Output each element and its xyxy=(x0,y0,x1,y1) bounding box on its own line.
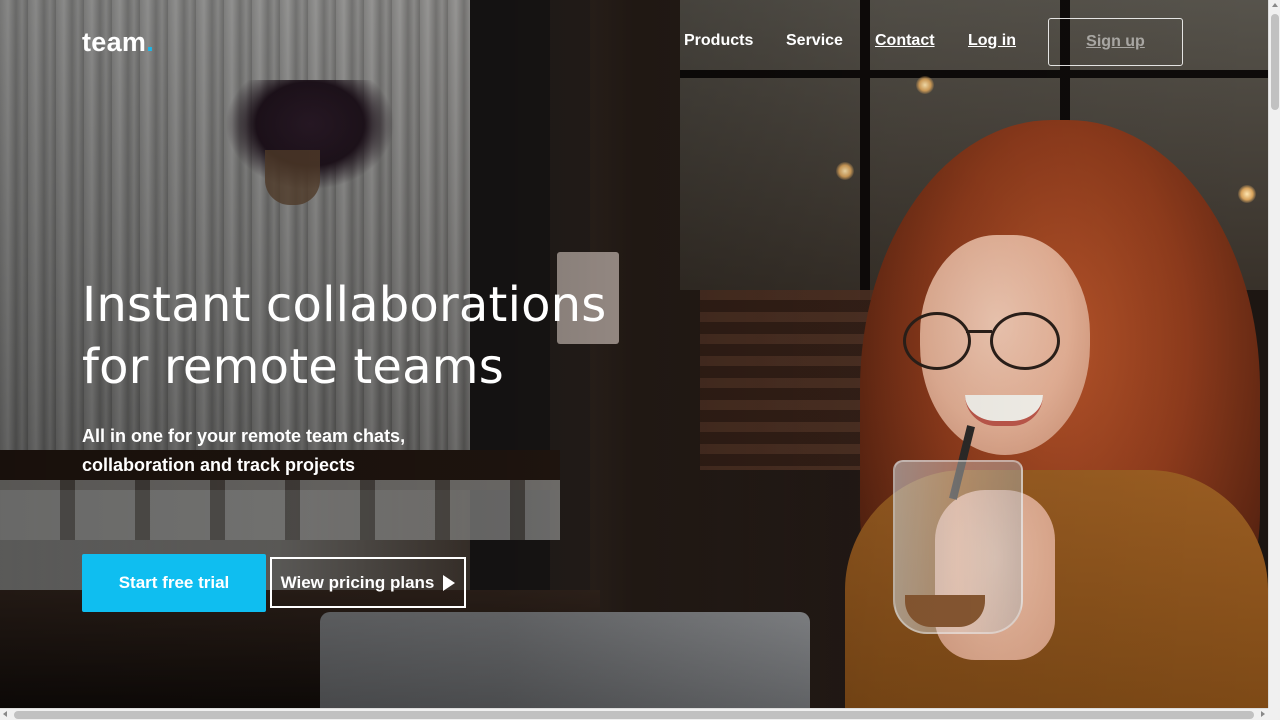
view-pricing-plans-button[interactable]: Wiew pricing plans xyxy=(270,557,466,608)
horizontal-scrollbar[interactable] xyxy=(0,708,1268,720)
view-pricing-plans-label: Wiew pricing plans xyxy=(280,572,435,592)
hero-title: Instant collaborations for remote teams xyxy=(82,274,642,398)
vertical-scroll-thumb[interactable] xyxy=(1271,14,1279,110)
horizontal-scroll-thumb[interactable] xyxy=(14,711,1254,719)
hero-subtitle-line1: All in one for your remote team chats, xyxy=(82,426,406,446)
start-free-trial-button[interactable]: Start free trial xyxy=(82,554,266,612)
hero-subtitle-line2: collaboration and track projects xyxy=(82,455,356,475)
scroll-up-icon[interactable] xyxy=(1272,3,1278,7)
nav-login-link[interactable]: Log in xyxy=(968,32,1016,50)
hero-title-line1: Instant collaborations xyxy=(82,277,607,333)
signup-button[interactable]: Sign up xyxy=(1048,18,1183,66)
nav-service-link[interactable]: Service xyxy=(786,32,843,50)
hero-subtitle: All in one for your remote team chats, c… xyxy=(82,422,462,480)
scroll-left-icon[interactable] xyxy=(3,711,7,717)
vertical-scrollbar[interactable] xyxy=(1268,0,1280,708)
nav-products-link[interactable]: Products xyxy=(684,32,753,50)
play-icon xyxy=(443,574,456,591)
scrollbar-corner xyxy=(1268,708,1280,720)
nav-contact-link[interactable]: Contact xyxy=(875,32,935,50)
hero-title-line2: for remote teams xyxy=(82,339,504,395)
scroll-right-icon[interactable] xyxy=(1261,711,1265,717)
